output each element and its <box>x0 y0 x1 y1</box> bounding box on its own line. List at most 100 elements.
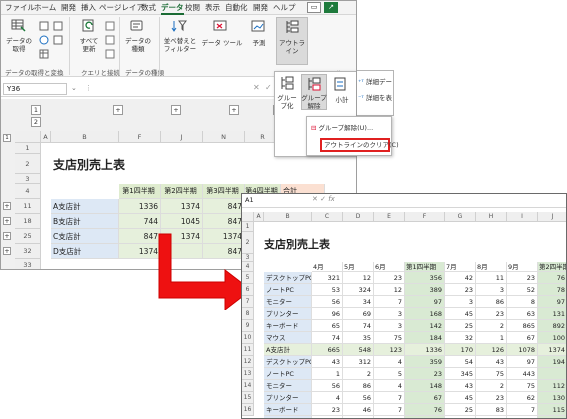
value-cell[interactable]: 76 <box>405 404 445 416</box>
value-cell[interactable]: 67 <box>507 332 538 344</box>
row-header[interactable]: 33 <box>15 259 41 269</box>
name-box[interactable]: Y36 <box>3 83 67 95</box>
value-cell[interactable]: 96 <box>312 308 343 320</box>
value-cell[interactable]: 7 <box>507 404 538 416</box>
product-label-cell[interactable]: モニター <box>264 380 312 392</box>
value-cell[interactable]: 23 <box>405 368 445 380</box>
get-data-button[interactable]: データの 取得 <box>3 37 35 53</box>
value-cell[interactable]: 359 <box>405 356 445 368</box>
value-cell[interactable]: 74 <box>312 332 343 344</box>
sort-filter-button[interactable]: 並べ替えと フィルター <box>161 37 199 53</box>
value-cell[interactable]: 847 <box>203 214 245 229</box>
value-cell[interactable]: 45 <box>445 308 476 320</box>
value-cell[interactable]: 53 <box>312 284 343 296</box>
column-outline-level-1[interactable]: 1 <box>31 105 41 115</box>
value-cell[interactable]: 83 <box>476 404 507 416</box>
expand-row-group-button[interactable]: + <box>3 217 11 225</box>
product-label-cell[interactable]: マウス <box>264 332 312 344</box>
tab-insert[interactable]: 挿入 <box>81 3 96 13</box>
value-cell[interactable]: 7 <box>374 404 405 416</box>
group-button[interactable]: グルー プ化 <box>275 94 299 110</box>
existing-connections-icon[interactable] <box>53 35 63 45</box>
outline-button[interactable]: アウトラ イン <box>277 39 307 55</box>
column-header[interactable]: A <box>41 131 51 143</box>
value-cell[interactable]: 1078 <box>507 344 538 356</box>
expand-group-button[interactable]: + <box>113 105 123 115</box>
value-cell[interactable] <box>538 368 566 380</box>
confirm-entry-icon[interactable]: ✓ <box>265 83 272 92</box>
value-cell[interactable]: 115 <box>538 404 566 416</box>
value-cell[interactable]: 548 <box>343 344 374 356</box>
value-cell[interactable]: 43 <box>445 380 476 392</box>
value-cell[interactable]: 892 <box>538 320 566 332</box>
value-cell[interactable]: 43 <box>476 356 507 368</box>
column-outline-level-2[interactable]: 2 <box>31 117 41 127</box>
function-icon[interactable]: fx <box>328 195 335 203</box>
edit-links-icon[interactable] <box>105 49 115 59</box>
row-outline-level-1[interactable]: 1 <box>3 134 11 142</box>
value-cell[interactable]: 131 <box>538 308 566 320</box>
header-cell[interactable]: 第2四半期 <box>161 184 203 199</box>
tab-automate[interactable]: 自動化 <box>225 3 248 13</box>
value-cell[interactable]: 7 <box>374 392 405 404</box>
refresh-all-button[interactable]: すべて 更新 <box>75 37 103 53</box>
value-cell[interactable]: 312 <box>343 356 374 368</box>
value-cell[interactable]: 23 <box>476 308 507 320</box>
value-cell[interactable]: 324 <box>343 284 374 296</box>
value-cell[interactable]: 100 <box>538 332 566 344</box>
tab-file[interactable]: ファイル <box>5 3 35 13</box>
value-cell[interactable]: 2 <box>476 320 507 332</box>
product-label-cell[interactable]: プリンター <box>264 392 312 404</box>
select-all-corner[interactable] <box>15 131 41 143</box>
column-header[interactable]: F <box>405 212 445 222</box>
tab-view[interactable]: 表示 <box>205 3 220 13</box>
confirm-entry-icon[interactable]: ✓ <box>320 195 326 203</box>
value-cell[interactable]: 345 <box>445 368 476 380</box>
value-cell[interactable]: 1 <box>476 332 507 344</box>
column-header[interactable]: A <box>254 212 264 222</box>
cancel-entry-icon[interactable]: ✕ <box>312 195 318 203</box>
value-cell[interactable]: 32 <box>445 332 476 344</box>
value-cell[interactable]: 389 <box>405 284 445 296</box>
column-header[interactable]: B <box>264 212 312 222</box>
subtotal-button[interactable]: 小計 <box>329 96 355 104</box>
value-cell[interactable]: 2 <box>343 368 374 380</box>
value-cell[interactable]: 847 <box>203 199 245 214</box>
ungroup-menu-item[interactable]: ⊟ グループ解除(U)... <box>311 122 373 132</box>
row-header[interactable]: 18 <box>15 214 41 229</box>
row-header[interactable]: 2 <box>242 232 254 254</box>
value-cell[interactable]: 665 <box>312 344 343 356</box>
row-header[interactable]: 2 <box>15 154 41 174</box>
from-table-icon[interactable] <box>39 49 49 59</box>
month-header-cell[interactable]: 4月 <box>312 262 343 272</box>
column-header[interactable]: J <box>538 212 566 222</box>
value-cell[interactable]: 23 <box>312 404 343 416</box>
tab-review[interactable]: 校閲 <box>185 3 200 13</box>
cancel-entry-icon[interactable]: ✕ <box>253 83 260 92</box>
tab-developer[interactable]: 開発 <box>61 3 76 13</box>
product-label-cell[interactable]: キーボード <box>264 404 312 416</box>
value-cell[interactable]: 2 <box>476 380 507 392</box>
value-cell[interactable]: 7 <box>374 296 405 308</box>
value-cell[interactable]: 1374 <box>161 199 203 214</box>
value-cell[interactable]: 97 <box>538 296 566 308</box>
name-box-2[interactable]: A1 <box>245 196 254 204</box>
value-cell[interactable]: 76 <box>538 272 566 284</box>
value-cell[interactable]: 194 <box>538 356 566 368</box>
row-header[interactable]: 3 <box>242 254 254 262</box>
product-label-cell[interactable]: モニター <box>264 296 312 308</box>
value-cell[interactable]: 443 <box>507 368 538 380</box>
value-cell[interactable]: 52 <box>507 284 538 296</box>
row-header[interactable]: 32 <box>15 244 41 259</box>
share-icon[interactable]: ↗ <box>324 2 338 13</box>
branch-label-cell[interactable]: B支店計 <box>51 214 119 229</box>
value-cell[interactable]: 23 <box>445 284 476 296</box>
value-cell[interactable]: 65 <box>312 320 343 332</box>
value-cell[interactable]: 34 <box>343 296 374 308</box>
value-cell[interactable]: 3 <box>476 284 507 296</box>
value-cell[interactable]: 75 <box>374 332 405 344</box>
value-cell[interactable]: 23 <box>374 272 405 284</box>
product-label-cell[interactable]: ノートPC <box>264 368 312 380</box>
value-cell[interactable]: 8 <box>507 296 538 308</box>
expand-row-group-button[interactable]: + <box>3 202 11 210</box>
